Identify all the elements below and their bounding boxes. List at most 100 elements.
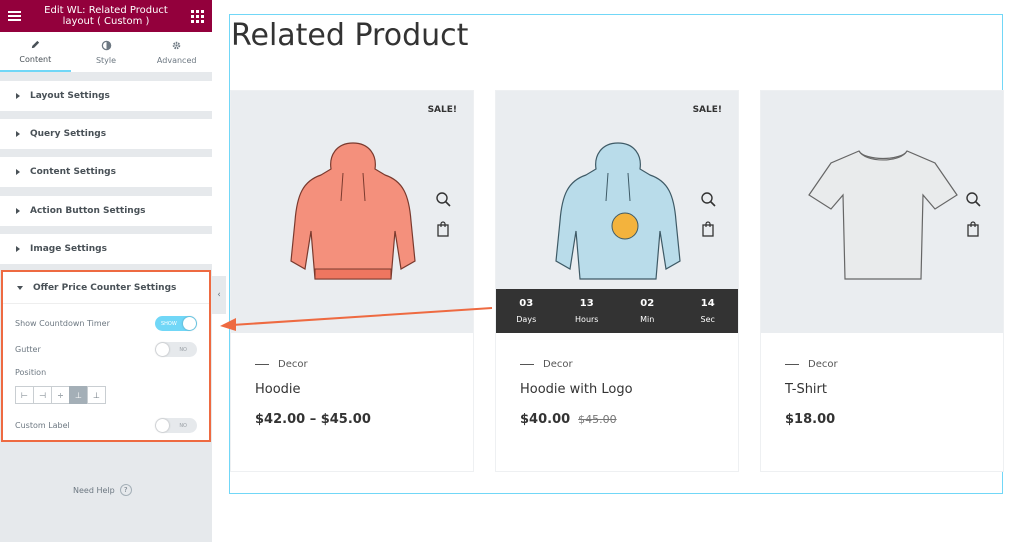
need-help-link[interactable]: Need Help ? [73,484,132,496]
position-button-group: ⊢ ⊣ ÷ ⊥ ⊥ [15,386,106,404]
price-current: $42.00 – $45.00 [255,412,371,427]
align-right-icon: ⊣ [39,390,46,400]
countdown-value: 13 [579,298,594,309]
countdown-seconds: 14 Sec [678,289,739,333]
panel-collapse-button[interactable]: ‹ [212,276,226,314]
position-row: Position [15,368,197,377]
toggle-state: NO [179,422,187,429]
tab-content[interactable]: Content [0,32,71,72]
hamburger-icon[interactable] [8,11,21,21]
product-image[interactable]: SALE! 03 Days 13 Hours 02 Min 14 Sec [496,91,738,333]
caret-right-icon [16,246,20,252]
editor-tabs: Content Style Advanced [0,32,212,73]
tab-style[interactable]: Style [71,32,142,72]
offer-section-title: Offer Price Counter Settings [33,282,177,293]
show-countdown-row: Show Countdown Timer SHOW [15,316,197,331]
countdown-label: Sec [700,315,715,324]
show-countdown-toggle[interactable]: SHOW [155,316,197,331]
section-label: Query Settings [30,129,107,139]
search-icon[interactable] [700,191,716,207]
product-card[interactable]: Decor T-Shirt $18.00 [760,90,1004,472]
gear-icon [172,41,181,49]
shopping-bag-icon[interactable] [965,221,981,237]
gutter-label: Gutter [15,345,41,354]
tab-advanced[interactable]: Advanced [141,32,212,72]
contrast-icon [101,40,111,50]
gutter-toggle[interactable]: NO [155,342,197,357]
tab-advanced-label: Advanced [156,55,197,65]
product-actions [965,191,981,237]
section-label: Content Settings [30,167,116,177]
product-actions [700,191,716,237]
section-layout-settings[interactable]: Layout Settings [0,81,212,111]
section-label: Image Settings [30,244,107,254]
section-label: Layout Settings [30,91,110,101]
product-image[interactable] [761,91,1003,333]
show-countdown-label: Show Countdown Timer [15,319,110,328]
product-category[interactable]: Decor [520,359,573,370]
caret-right-icon [16,208,20,214]
help-icon: ? [119,484,132,496]
countdown-hours: 13 Hours [557,289,618,333]
custom-label-toggle[interactable]: NO [155,418,197,433]
sale-badge: SALE! [692,105,722,115]
section-image-settings[interactable]: Image Settings [0,234,212,264]
editor-title: Edit WL: Related Product layout ( Custom… [44,5,168,27]
countdown-timer: 03 Days 13 Hours 02 Min 14 Sec [496,289,738,333]
editor-panel: Edit WL: Related Product layout ( Custom… [0,0,212,542]
product-image[interactable]: SALE! [231,91,473,333]
section-query-settings[interactable]: Query Settings [0,119,212,149]
align-bottom-icon: ⊥ [75,390,82,400]
price-current: $18.00 [785,412,836,427]
price-old: $45.00 [578,413,617,426]
countdown-minutes: 02 Min [617,289,678,333]
product-name[interactable]: T-Shirt [785,382,827,397]
need-help-label: Need Help [73,485,115,495]
offer-section-header[interactable]: Offer Price Counter Settings [3,272,209,304]
product-category[interactable]: Decor [785,359,838,370]
position-left-button[interactable]: ⊢ [15,386,34,404]
search-icon[interactable] [965,191,981,207]
chevron-left-icon: ‹ [217,290,221,300]
section-action-button-settings[interactable]: Action Button Settings [0,196,212,226]
product-name[interactable]: Hoodie with Logo [520,382,633,397]
product-actions [435,191,451,237]
tab-content-label: Content [19,54,52,64]
countdown-label: Days [516,315,537,324]
position-middle-button[interactable]: ÷ [51,386,70,404]
caret-right-icon [16,131,20,137]
grid-icon[interactable] [191,9,204,23]
caret-right-icon [16,169,20,175]
product-card[interactable]: SALE! Decor Hoodie $42.00 – $45.00 [230,90,474,472]
toggle-knob [183,317,196,330]
countdown-days: 03 Days [496,289,557,333]
toggle-state: SHOW [161,320,177,327]
gutter-row: Gutter NO [15,342,197,357]
shopping-bag-icon[interactable] [700,221,716,237]
shopping-bag-icon[interactable] [435,221,451,237]
search-icon[interactable] [435,191,451,207]
position-bottom-alt-button[interactable]: ⊥ [87,386,106,404]
position-right-button[interactable]: ⊣ [33,386,52,404]
align-middle-icon: ÷ [57,390,64,400]
product-category[interactable]: Decor [255,359,308,370]
product-card[interactable]: SALE! 03 Days 13 Hours 02 Min 14 Sec Dec… [495,90,739,472]
countdown-value: 02 [640,298,655,309]
caret-right-icon [16,93,20,99]
product-name[interactable]: Hoodie [255,382,301,397]
section-label: Action Button Settings [30,206,146,216]
align-left-icon: ⊢ [21,390,28,400]
position-bottom-button[interactable]: ⊥ [69,386,88,404]
pencil-icon [31,40,39,48]
countdown-value: 14 [700,298,715,309]
align-bottom-icon: ⊥ [93,390,100,400]
product-price: $18.00 [785,412,835,427]
countdown-value: 03 [519,298,534,309]
countdown-label: Hours [575,315,599,324]
editor-topbar: Edit WL: Related Product layout ( Custom… [0,0,212,32]
section-offer-price-counter: Offer Price Counter Settings Show Countd… [1,270,211,442]
position-label: Position [15,368,47,377]
section-content-settings[interactable]: Content Settings [0,157,212,187]
countdown-label: Min [640,315,655,324]
product-price: $40.00 $45.00 [520,412,617,427]
